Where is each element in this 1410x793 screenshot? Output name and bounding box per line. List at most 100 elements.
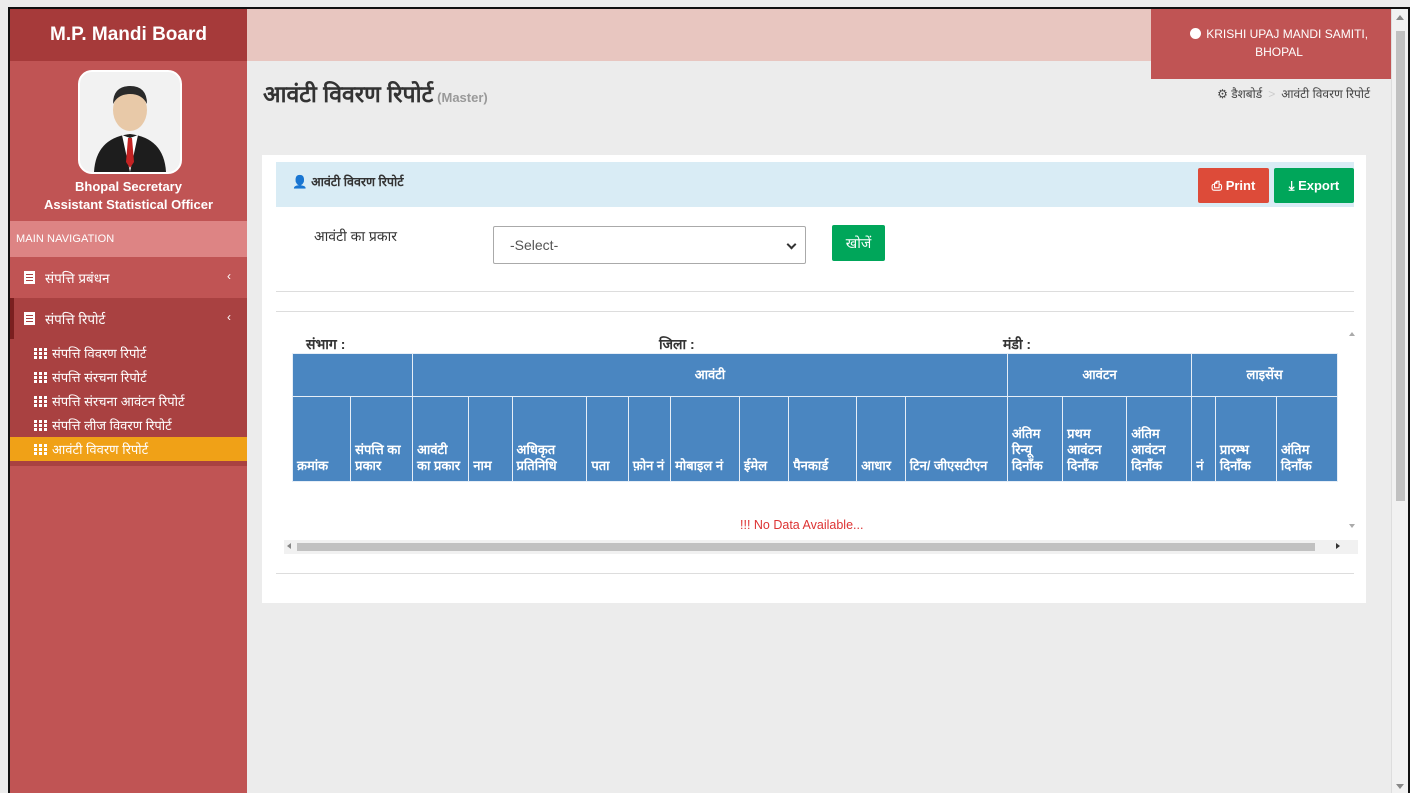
breadcrumb-current: आवंटी विवरण रिपोर्ट bbox=[1281, 87, 1370, 101]
submenu: संपत्ति विवरण रिपोर्ट संपत्ति संरचना रिप… bbox=[10, 339, 247, 466]
table-header-row: क्रमांक संपत्ति का प्रकार आवंटी का प्रका… bbox=[292, 396, 1338, 482]
nav-item-property-management[interactable]: संपत्ति प्रबंधन ‹ bbox=[10, 257, 247, 298]
user-panel: Bhopal Secretary Assistant Statistical O… bbox=[10, 61, 247, 221]
submenu-item-property-detail-report[interactable]: संपत्ति विवरण रिपोर्ट bbox=[10, 341, 247, 365]
submenu-item-label: संपत्ति विवरण रिपोर्ट bbox=[52, 346, 147, 361]
table-header-cell: नाम bbox=[468, 396, 513, 482]
page-title-text: आवंटी विवरण रिपोर्ट bbox=[263, 81, 434, 107]
table-header-cell: प्रथम आवंटन दिनाँक bbox=[1062, 396, 1128, 482]
download-icon: ⤓ bbox=[1288, 177, 1299, 193]
top-navbar: KRISHI UPAJ MANDI SAMITI, BHOPAL ➜ bbox=[247, 9, 1408, 79]
table-icon bbox=[34, 347, 47, 359]
export-button[interactable]: ⤓ Export bbox=[1274, 168, 1354, 203]
divider bbox=[276, 311, 1354, 312]
submenu-item-structure-allotment-report[interactable]: संपत्ति संरचना आवंटन रिपोर्ट bbox=[10, 389, 247, 413]
page-scrollbar[interactable] bbox=[1391, 9, 1408, 793]
table-header-cell: नं bbox=[1191, 396, 1216, 482]
print-icon: ⎙ bbox=[1211, 177, 1226, 193]
submenu-item-label: आवंटी विवरण रिपोर्ट bbox=[52, 442, 149, 457]
table-header-cell: आवंटी का प्रकार bbox=[412, 396, 470, 482]
submenu-item-label: संपत्ति संरचना रिपोर्ट bbox=[52, 370, 147, 385]
table-icon bbox=[34, 419, 47, 431]
table-header-cell: टिन/ जीएसटीएन bbox=[904, 396, 1008, 482]
scroll-left-icon[interactable] bbox=[287, 543, 291, 549]
submenu-item-property-structure-report[interactable]: संपत्ति संरचना रिपोर्ट bbox=[10, 365, 247, 389]
user-name: Bhopal Secretary bbox=[75, 179, 182, 194]
table-header-cell: ईमेल bbox=[739, 396, 790, 482]
user-icon: 👤 bbox=[292, 175, 308, 189]
scrollbar-thumb[interactable] bbox=[1396, 31, 1405, 501]
table-header-cell: पता bbox=[586, 396, 629, 482]
divider bbox=[276, 291, 1354, 292]
mandi-label: मंडी : bbox=[1003, 336, 1032, 352]
report-table-container[interactable]: आवंटी आवंटन लाइसेंस क्रमांक संपत्ति का प… bbox=[292, 353, 1338, 487]
table-header-cell: अंतिम आवंटन दिनाँक bbox=[1126, 396, 1193, 482]
table-vertical-scrollbar[interactable] bbox=[1346, 328, 1358, 528]
table-group-header-row: आवंटी आवंटन लाइसेंस bbox=[292, 353, 1338, 397]
export-label: Export bbox=[1298, 178, 1340, 193]
submenu-item-label: संपत्ति लीज विवरण रिपोर्ट bbox=[52, 418, 172, 433]
page-subtitle: (Master) bbox=[437, 90, 488, 105]
divider bbox=[276, 573, 1354, 574]
document-icon bbox=[24, 312, 35, 325]
scroll-down-icon[interactable] bbox=[1396, 784, 1404, 789]
division-label: संभाग : bbox=[306, 336, 346, 352]
report-panel: 👤 आवंटी विवरण रिपोर्ट ⎙ Print ⤓ Export आ… bbox=[262, 155, 1366, 603]
user-avatar bbox=[78, 70, 182, 174]
panel-title-text: आवंटी विवरण रिपोर्ट bbox=[311, 175, 404, 189]
scroll-right-icon[interactable] bbox=[1336, 543, 1340, 549]
breadcrumb: ⚙ डैशबोर्ड > आवंटी विवरण रिपोर्ट bbox=[1217, 87, 1370, 101]
org-name: KRISHI UPAJ MANDI SAMITI, bbox=[1206, 27, 1369, 41]
sidebar: M.P. Mandi Board Bhopal Secretary Assist… bbox=[10, 9, 247, 793]
document-icon bbox=[24, 271, 35, 284]
table-header-cell: पैनकार्ड bbox=[788, 396, 858, 482]
panel-header: 👤 आवंटी विवरण रिपोर्ट ⎙ Print ⤓ Export bbox=[276, 162, 1354, 207]
scrollbar-thumb[interactable] bbox=[297, 543, 1315, 551]
table-group-empty bbox=[292, 353, 414, 397]
org-city: BHOPAL bbox=[1255, 45, 1303, 59]
table-group-license: लाइसेंस bbox=[1191, 353, 1338, 397]
table-header-cell: फ़ोन नं bbox=[627, 396, 672, 482]
organization-menu[interactable]: KRISHI UPAJ MANDI SAMITI, BHOPAL bbox=[1151, 9, 1407, 79]
nav-item-label: संपत्ति रिपोर्ट bbox=[45, 311, 106, 327]
table-group-allottee: आवंटी bbox=[412, 353, 1008, 397]
breadcrumb-home[interactable]: डैशबोर्ड bbox=[1231, 87, 1262, 101]
report-table: आवंटी आवंटन लाइसेंस क्रमांक संपत्ति का प… bbox=[292, 353, 1338, 482]
allottee-type-label: आवंटी का प्रकार bbox=[314, 228, 398, 244]
chevron-left-icon: ‹ bbox=[227, 269, 231, 283]
table-header-cell: अधिकृत प्रतिनिधि bbox=[511, 396, 588, 482]
page-title: आवंटी विवरण रिपोर्ट (Master) bbox=[263, 77, 488, 109]
table-icon bbox=[34, 371, 47, 383]
table-group-allotment: आवंटन bbox=[1006, 353, 1193, 397]
nav-item-property-report[interactable]: संपत्ति रिपोर्ट ‹ bbox=[10, 298, 247, 339]
print-button[interactable]: ⎙ Print bbox=[1198, 168, 1269, 203]
user-role: Assistant Statistical Officer bbox=[43, 197, 214, 212]
table-horizontal-scrollbar[interactable] bbox=[284, 540, 1358, 554]
district-label: जिला : bbox=[659, 336, 695, 352]
empty-state-message: !!! No Data Available... bbox=[740, 518, 864, 532]
table-header-cell: क्रमांक bbox=[292, 396, 352, 482]
table-header-cell: अंतिम रिन्यू दिनाँक bbox=[1006, 396, 1064, 482]
table-header-cell: आधार bbox=[856, 396, 906, 482]
select-value: -Select- bbox=[510, 237, 559, 253]
table-icon bbox=[34, 395, 47, 407]
scroll-down-icon[interactable] bbox=[1349, 524, 1355, 528]
chevron-left-icon: ‹ bbox=[227, 310, 231, 324]
table-header-cell: अंतिम दिनाँक bbox=[1275, 396, 1338, 482]
submenu-item-lease-detail-report[interactable]: संपत्ति लीज विवरण रिपोर्ट bbox=[10, 413, 247, 437]
brand-logo[interactable]: M.P. Mandi Board bbox=[10, 9, 247, 61]
print-label: Print bbox=[1225, 178, 1256, 193]
allottee-type-select[interactable]: -Select- bbox=[493, 226, 806, 264]
submenu-item-allottee-detail-report[interactable]: आवंटी विवरण रिपोर्ट bbox=[10, 437, 247, 461]
dashboard-icon: ⚙ bbox=[1217, 87, 1228, 101]
submenu-item-label: संपत्ति संरचना आवंटन रिपोर्ट bbox=[52, 394, 185, 409]
chevron-down-icon bbox=[786, 239, 797, 250]
table-header-cell: मोबाइल नं bbox=[670, 396, 741, 482]
app-window: M.P. Mandi Board Bhopal Secretary Assist… bbox=[8, 7, 1410, 793]
search-button[interactable]: खोजें bbox=[832, 225, 885, 261]
scroll-up-icon[interactable] bbox=[1396, 15, 1404, 20]
nav-item-label: संपत्ति प्रबंधन bbox=[45, 270, 110, 286]
table-icon bbox=[34, 443, 47, 455]
scroll-up-icon[interactable] bbox=[1349, 332, 1355, 336]
table-header-cell: प्रारम्भ दिनाँक bbox=[1214, 396, 1277, 482]
